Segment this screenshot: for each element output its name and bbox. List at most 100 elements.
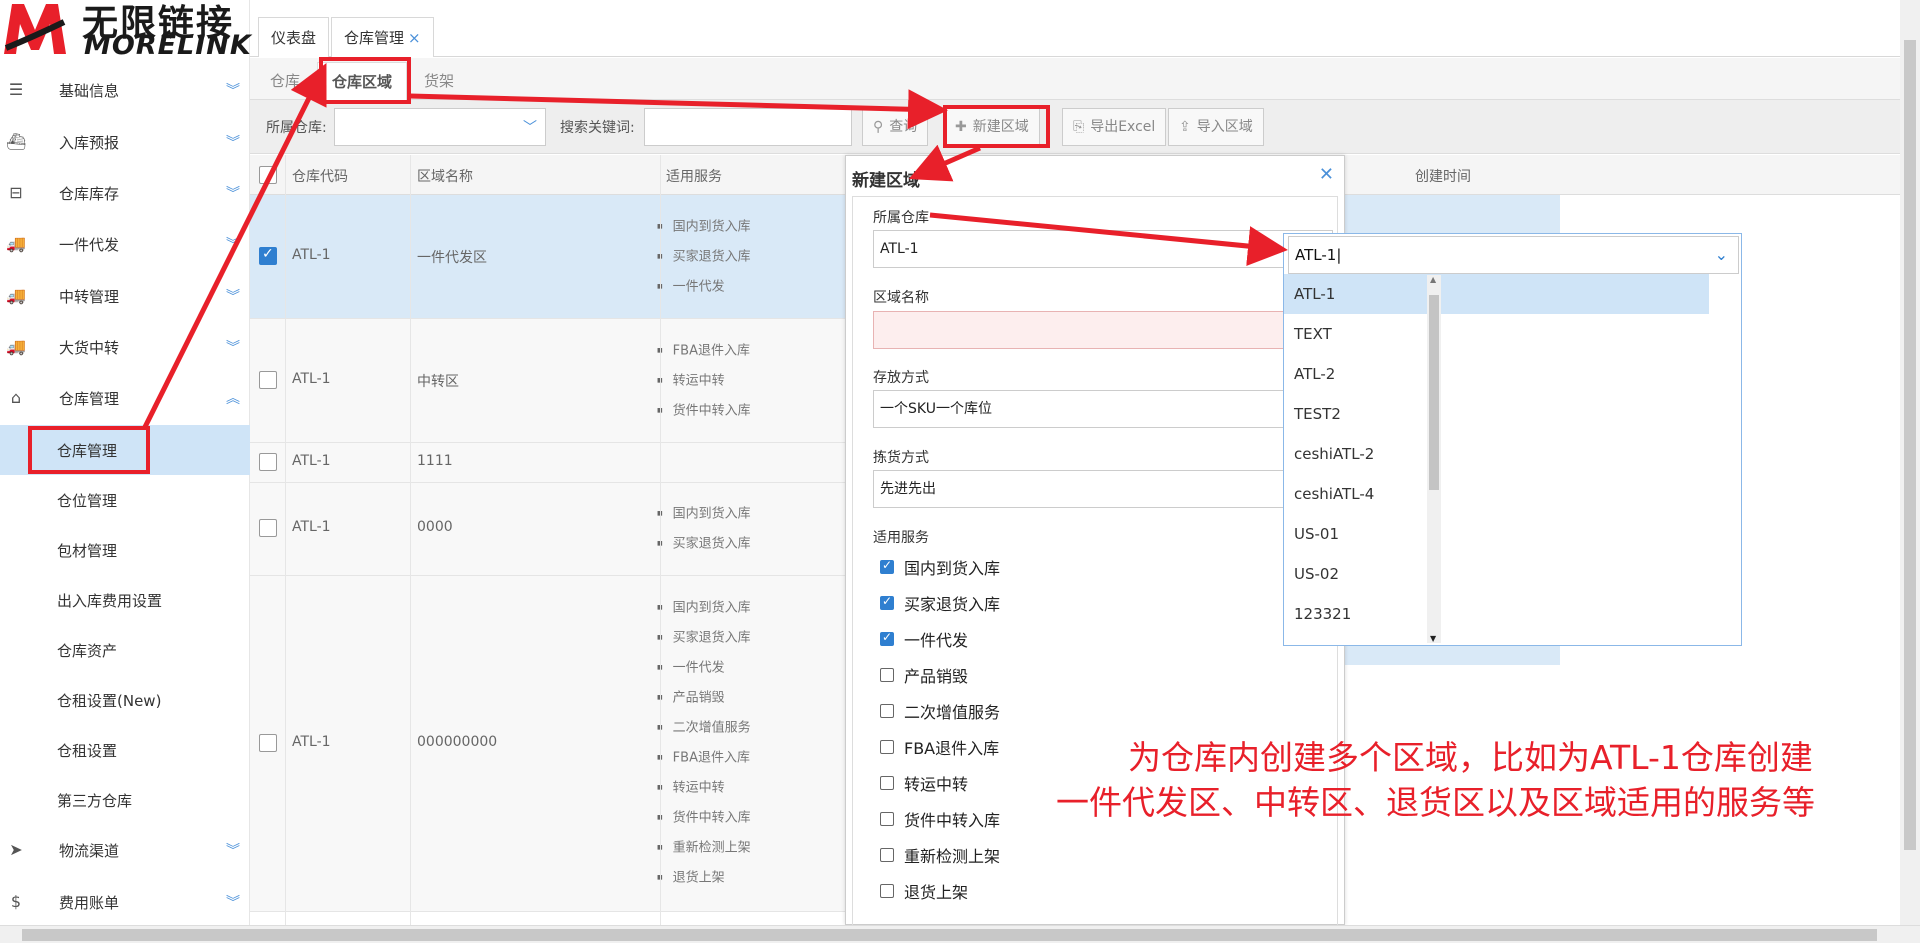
table-row[interactable]: ATL-1 一件代发区 国内到货入库 买家退货入库 一件代发 xyxy=(250,195,845,319)
service-label: 国内到货入库 xyxy=(904,559,1001,578)
menu-item-fee-bills[interactable]: $ 费用账单 ︾ xyxy=(0,877,250,927)
select-all-checkbox[interactable] xyxy=(259,166,277,184)
dropdown-option[interactable]: TEST2 xyxy=(1284,394,1709,434)
dropdown-option[interactable]: ATL-2 xyxy=(1284,354,1709,394)
dropdown-option[interactable]: 123321 xyxy=(1284,594,1709,634)
area-name-input[interactable] xyxy=(873,311,1333,349)
dropdown-option[interactable]: US-01 xyxy=(1284,514,1709,554)
cell-code: ATL-1 xyxy=(292,734,331,750)
checkbox[interactable] xyxy=(880,776,894,790)
home-icon: ⌂ xyxy=(10,388,22,407)
table-row[interactable]: ATL-1 1111 xyxy=(250,443,845,483)
th-created-time: 创建时间 xyxy=(1415,169,1471,185)
ship-icon: ⛴ xyxy=(6,132,27,151)
menu-item-basic-info[interactable]: ☰ 基础信息 ︾ xyxy=(0,65,250,115)
keyword-input[interactable] xyxy=(644,108,852,146)
checkbox[interactable] xyxy=(880,812,894,826)
sidebar-item-rent-settings-new[interactable]: 仓租设置(New) xyxy=(0,675,250,725)
picking-method-select[interactable]: 先进先出 xyxy=(873,470,1333,508)
column-divider xyxy=(660,155,661,925)
menu-item-inbound-forecast[interactable]: ⛴ 入库预报 ︾ xyxy=(0,117,250,167)
sidebar-item-rent-settings[interactable]: 仓租设置 xyxy=(0,725,250,775)
row-checkbox[interactable] xyxy=(259,246,277,265)
warehouse-select[interactable]: ATL-1 xyxy=(873,230,1333,268)
close-icon[interactable]: ✕ xyxy=(1319,164,1334,185)
service-label: 产品销毁 xyxy=(904,667,969,686)
export-label: 导出Excel xyxy=(1090,119,1156,135)
chevron-down-icon: ︾ xyxy=(226,237,240,253)
sidebar-item-io-fee-settings[interactable]: 出入库费用设置 xyxy=(0,575,250,625)
dropdown-option[interactable]: TEXT xyxy=(1284,314,1709,354)
menu-item-transfer[interactable]: 🚚 中转管理 ︾ xyxy=(0,271,250,321)
service-item: 国内到货入库 xyxy=(657,499,751,529)
close-icon[interactable]: × xyxy=(408,29,421,47)
dropdown-option[interactable]: ceshiATL-4 xyxy=(1284,474,1709,514)
service-item: 买家退货入库 xyxy=(657,623,751,653)
checkbox[interactable] xyxy=(880,594,894,610)
logo[interactable]: 无限链接 MORELINK xyxy=(0,0,252,61)
row-checkbox[interactable] xyxy=(259,519,277,537)
highlight-sidebar-warehouse-management xyxy=(28,426,150,474)
service-item: 国内到货入库 xyxy=(657,593,751,623)
menu-item-dropship[interactable]: 🚚 一件代发 ︾ xyxy=(0,219,250,269)
sidebar-item-warehouse-assets[interactable]: 仓库资产 xyxy=(0,625,250,675)
export-excel-button[interactable]: ⎘ 导出Excel xyxy=(1062,108,1167,146)
query-button[interactable]: ⚲ 查询 xyxy=(862,108,929,146)
row-checkbox[interactable] xyxy=(259,734,277,752)
sidebar-item-location-management[interactable]: 仓位管理 xyxy=(0,475,250,525)
grid-header-right: 创建时间 xyxy=(1345,155,1900,195)
checkbox[interactable] xyxy=(880,668,894,682)
scroll-thumb[interactable] xyxy=(1429,295,1439,490)
dropdown-option[interactable]: US-02 xyxy=(1284,554,1709,594)
service-label: 退货上架 xyxy=(904,883,969,902)
checkbox[interactable] xyxy=(880,558,894,574)
dropdown-option[interactable]: ceshiATL-2 xyxy=(1284,434,1709,474)
service-label: 重新检测上架 xyxy=(904,847,1001,866)
service-item: 转运中转 xyxy=(657,366,751,396)
table-row[interactable]: ATL-1 000000000 国内到货入库 买家退货入库 一件代发 产品销毁 … xyxy=(250,576,845,912)
checkbox[interactable] xyxy=(880,630,894,646)
scroll-down-icon[interactable]: ▼ xyxy=(1430,634,1436,643)
service-item: 重新检测上架 xyxy=(657,833,751,863)
checkbox[interactable] xyxy=(880,848,894,862)
sidebar-item-packaging-management[interactable]: 包材管理 xyxy=(0,525,250,575)
toolbar: 所属仓库: ﹀ 搜索关键词: ⚲ 查询 ✚ 新建区域 ⎘ 导出Excel ⇪ 导入区域 xyxy=(250,100,1900,154)
sub-tabs: 仓库 仓库区域 货架 xyxy=(250,58,1900,100)
row-checkbox[interactable] xyxy=(259,453,277,471)
menu-item-warehouse-stock[interactable]: ⊟ 仓库库存 ︾ xyxy=(0,168,250,218)
keyword-label: 搜索关键词: xyxy=(560,120,635,136)
logo-en-text: MORELINK xyxy=(84,30,252,61)
checkbox[interactable] xyxy=(880,884,894,898)
excel-icon: ⎘ xyxy=(1073,119,1085,135)
subtab-warehouse[interactable]: 仓库 xyxy=(256,62,314,100)
tab-bar: 仪表盘 仓库管理 × xyxy=(250,15,1900,57)
import-area-button[interactable]: ⇪ 导入区域 xyxy=(1168,108,1264,146)
service-label: 买家退货入库 xyxy=(904,595,1001,614)
menu-item-logistics-channel[interactable]: ➤ 物流渠道 ︾ xyxy=(0,825,250,875)
page-vertical-scrollbar[interactable] xyxy=(1900,0,1920,925)
truck-icon: 🚚 xyxy=(6,337,26,356)
dropdown-scrollbar[interactable]: ▲ ▼ xyxy=(1427,275,1441,643)
row-checkbox[interactable] xyxy=(259,371,277,389)
tab-dashboard[interactable]: 仪表盘 xyxy=(258,17,330,57)
scroll-up-icon[interactable]: ▲ xyxy=(1430,275,1436,284)
subtab-shelf[interactable]: 货架 xyxy=(410,62,468,100)
service-item: 二次增值服务 xyxy=(657,713,751,743)
checkbox[interactable] xyxy=(880,704,894,718)
storage-method-select[interactable]: 一个SKU一个库位 xyxy=(873,390,1333,428)
scroll-thumb[interactable] xyxy=(1904,40,1916,850)
table-row[interactable]: ATL-1 中转区 FBA退件入库 转运中转 货件中转入库 xyxy=(250,319,845,443)
checkbox[interactable] xyxy=(880,740,894,754)
chevron-down-icon[interactable]: ⌄ xyxy=(1715,237,1728,273)
menu-item-bulk-transfer[interactable]: 🚚 大货中转 ︾ xyxy=(0,322,250,372)
dropdown-search-input[interactable]: ATL-1| ⌄ xyxy=(1288,236,1739,274)
dropdown-option[interactable]: ATL-1 xyxy=(1284,274,1709,314)
menu-item-warehouse-management[interactable]: ⌂ 仓库管理 ︽ xyxy=(0,373,250,423)
dropdown-options: ATL-1 TEXT ATL-2 TEST2 ceshiATL-2 ceshiA… xyxy=(1284,274,1724,644)
sidebar-item-third-party-warehouse[interactable]: 第三方仓库 xyxy=(0,775,250,825)
table-row[interactable]: ATL-1 0000 国内到货入库 买家退货入库 xyxy=(250,483,845,576)
warehouse-filter-select[interactable]: ﹀ xyxy=(334,108,546,146)
tab-warehouse-management[interactable]: 仓库管理 × xyxy=(331,17,434,57)
page-horizontal-scrollbar[interactable] xyxy=(0,925,1920,943)
scroll-thumb[interactable] xyxy=(22,929,1877,941)
